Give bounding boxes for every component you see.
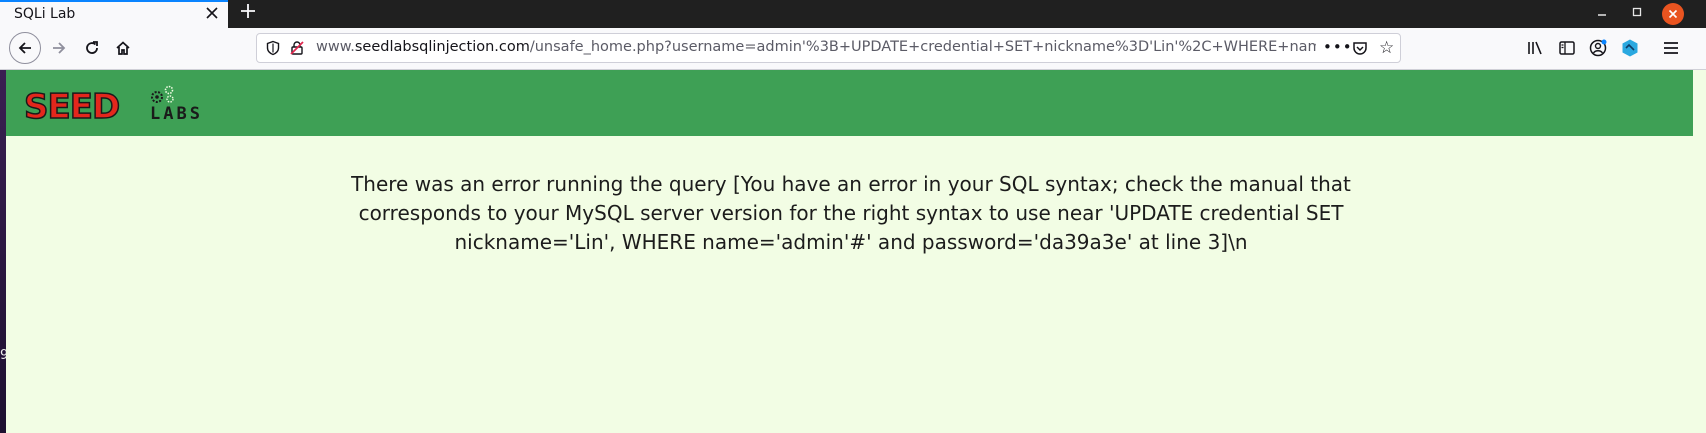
- page-header: SEED LABS: [6, 70, 1693, 136]
- pocket-icon[interactable]: [1351, 40, 1369, 58]
- page-content: SEED LABS There was an error running the…: [6, 70, 1693, 433]
- insecure-lock-icon[interactable]: [289, 40, 305, 56]
- home-icon[interactable]: [108, 33, 138, 63]
- url-domain: seedlabsqlinjection.com: [354, 39, 530, 55]
- ellipsis-icon[interactable]: •••: [1323, 38, 1353, 56]
- url-path: /unsafe_home.php?username=admin'%3B+UPDA…: [529, 39, 1316, 55]
- shield-icon[interactable]: [265, 40, 281, 56]
- logo-main-text: SEED: [23, 87, 121, 127]
- url-text[interactable]: www.seedlabsqlinjection.com/unsafe_home.…: [316, 39, 1316, 55]
- gears-icon: [151, 85, 174, 103]
- account-icon[interactable]: [1587, 37, 1609, 59]
- tab-title: SQLi Lab: [14, 6, 76, 22]
- library-icon[interactable]: [1524, 37, 1546, 59]
- close-icon[interactable]: [203, 5, 221, 23]
- minimize-icon[interactable]: [1591, 3, 1613, 25]
- navigation-toolbar: www.seedlabsqlinjection.com/unsafe_home.…: [0, 28, 1706, 70]
- hamburger-menu-icon[interactable]: [1660, 37, 1682, 59]
- star-icon[interactable]: ☆: [1379, 38, 1394, 58]
- scrollbar[interactable]: [1693, 70, 1706, 433]
- arrow-left-icon[interactable]: [9, 32, 41, 64]
- url-bar[interactable]: www.seedlabsqlinjection.com/unsafe_home.…: [256, 33, 1401, 63]
- sidebar-icon[interactable]: [1556, 37, 1578, 59]
- tab-sqli-lab[interactable]: SQLi Lab: [0, 0, 228, 28]
- extension-icon[interactable]: [1619, 37, 1641, 59]
- sql-error-message: There was an error running the query [Yo…: [351, 172, 1351, 254]
- arrow-right-icon[interactable]: [44, 33, 74, 63]
- logo-sub-text: LABS: [150, 104, 203, 124]
- screen: 9 SQLi Lab www.seedlabsqlinjection.com/u…: [0, 0, 1706, 433]
- tab-strip: SQLi Lab: [0, 0, 1706, 28]
- seed-labs-logo: SEED LABS: [23, 84, 224, 127]
- url-prefix: www.: [316, 39, 355, 55]
- window-close-icon[interactable]: [1662, 3, 1684, 25]
- maximize-icon[interactable]: [1626, 3, 1648, 25]
- reload-icon[interactable]: [77, 33, 107, 63]
- plus-icon[interactable]: [236, 1, 260, 25]
